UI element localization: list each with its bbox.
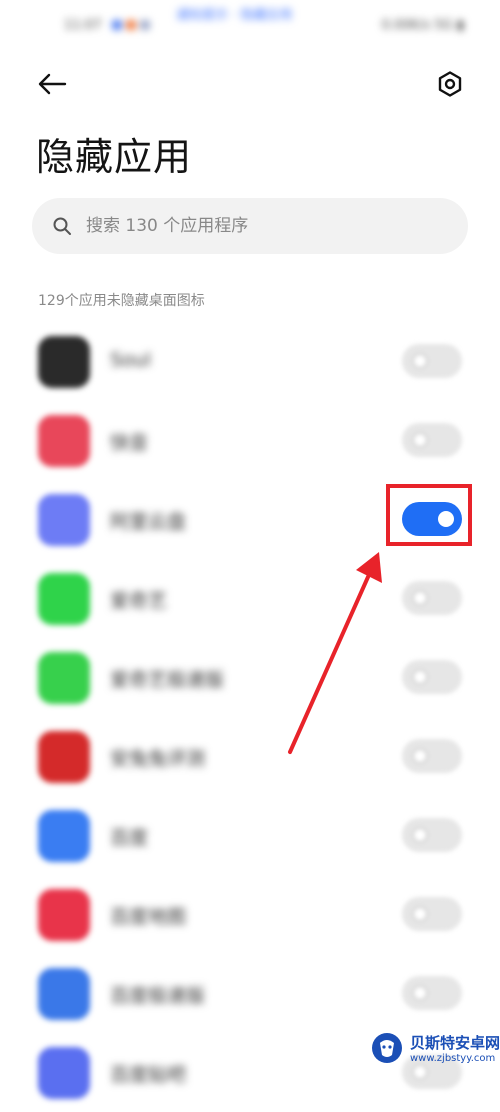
section-label: 129个应用未隐藏桌面图标: [38, 293, 205, 309]
hide-toggle[interactable]: [402, 581, 462, 615]
watermark: 贝斯特安卓网 www.zjbstyy.com: [370, 1018, 500, 1078]
app-icon: [38, 652, 90, 704]
toggle-knob: [412, 353, 428, 369]
toggle-knob: [412, 985, 428, 1001]
watermark-title: 贝斯特安卓网: [410, 1034, 500, 1052]
app-row: Soul: [0, 322, 500, 401]
app-name: 爱奇艺极速版: [110, 669, 225, 691]
toggle-knob: [412, 590, 428, 606]
search-bar[interactable]: [32, 198, 468, 254]
hide-toggle[interactable]: [402, 423, 462, 457]
status-center-text: 通知提示 · 隐藏应用: [176, 8, 293, 23]
status-bar: 11:07 通知提示 · 隐藏应用 0.00K/s 5G ▮: [0, 0, 500, 54]
app-icon: [38, 889, 90, 941]
app-list: Soul 快音阿里云盘爱奇艺爱奇艺极速版 安兔兔评测百度百度地图百度极速版百度贴吧: [0, 322, 500, 1112]
app-row: 快音: [0, 401, 500, 480]
hide-toggle[interactable]: [402, 739, 462, 773]
search-input[interactable]: [84, 215, 428, 237]
notification-icon-3: [140, 20, 150, 30]
page-title: 隐藏应用: [36, 135, 193, 179]
hide-toggle[interactable]: [402, 976, 462, 1010]
app-name: 百度地图: [110, 906, 187, 928]
status-right-text: 0.00K/s 5G ▮: [381, 18, 464, 33]
app-name: 爱奇艺: [110, 590, 168, 612]
hide-toggle[interactable]: [402, 660, 462, 694]
toggle-knob: [412, 748, 428, 764]
app-icon: [38, 968, 90, 1020]
toggle-knob: [412, 669, 428, 685]
annotation-highlight-box: [386, 484, 472, 546]
app-row: 百度: [0, 796, 500, 875]
app-row: 爱奇艺极速版: [0, 638, 500, 717]
app-icon: [38, 336, 90, 388]
app-icon: [38, 810, 90, 862]
app-icon: [38, 1047, 90, 1099]
app-name: 快音: [110, 432, 149, 454]
toolbar: [0, 56, 500, 112]
app-icon: [38, 573, 90, 625]
gear-icon: [438, 71, 462, 97]
notification-icon-1: [112, 20, 122, 30]
toggle-knob: [412, 827, 428, 843]
notification-icon-2: [126, 20, 136, 30]
app-name: 阿里云盘: [110, 511, 187, 533]
status-time: 11:07: [64, 18, 102, 33]
app-name: Soul: [110, 349, 152, 371]
app-row: 安兔兔评测: [0, 717, 500, 796]
app-name: 百度: [110, 827, 149, 849]
app-icon: [38, 494, 90, 546]
back-button[interactable]: [32, 64, 72, 104]
app-row: 爱奇艺: [0, 559, 500, 638]
hide-toggle[interactable]: [402, 897, 462, 931]
app-icon: [38, 731, 90, 783]
app-name: 百度贴吧: [110, 1064, 187, 1086]
app-name: 百度极速版: [110, 985, 206, 1007]
app-row: 百度地图: [0, 875, 500, 954]
search-icon: [53, 217, 71, 235]
settings-button[interactable]: [430, 64, 470, 104]
watermark-url: www.zjbstyy.com: [410, 1053, 496, 1064]
app-icon: [38, 415, 90, 467]
toggle-knob: [412, 906, 428, 922]
app-name: 安兔兔评测: [110, 748, 206, 770]
toggle-knob: [412, 432, 428, 448]
notification-icons: [112, 20, 150, 30]
watermark-logo-icon: [372, 1033, 402, 1063]
arrow-left-icon: [38, 73, 67, 95]
hide-toggle[interactable]: [402, 344, 462, 378]
hide-toggle[interactable]: [402, 818, 462, 852]
